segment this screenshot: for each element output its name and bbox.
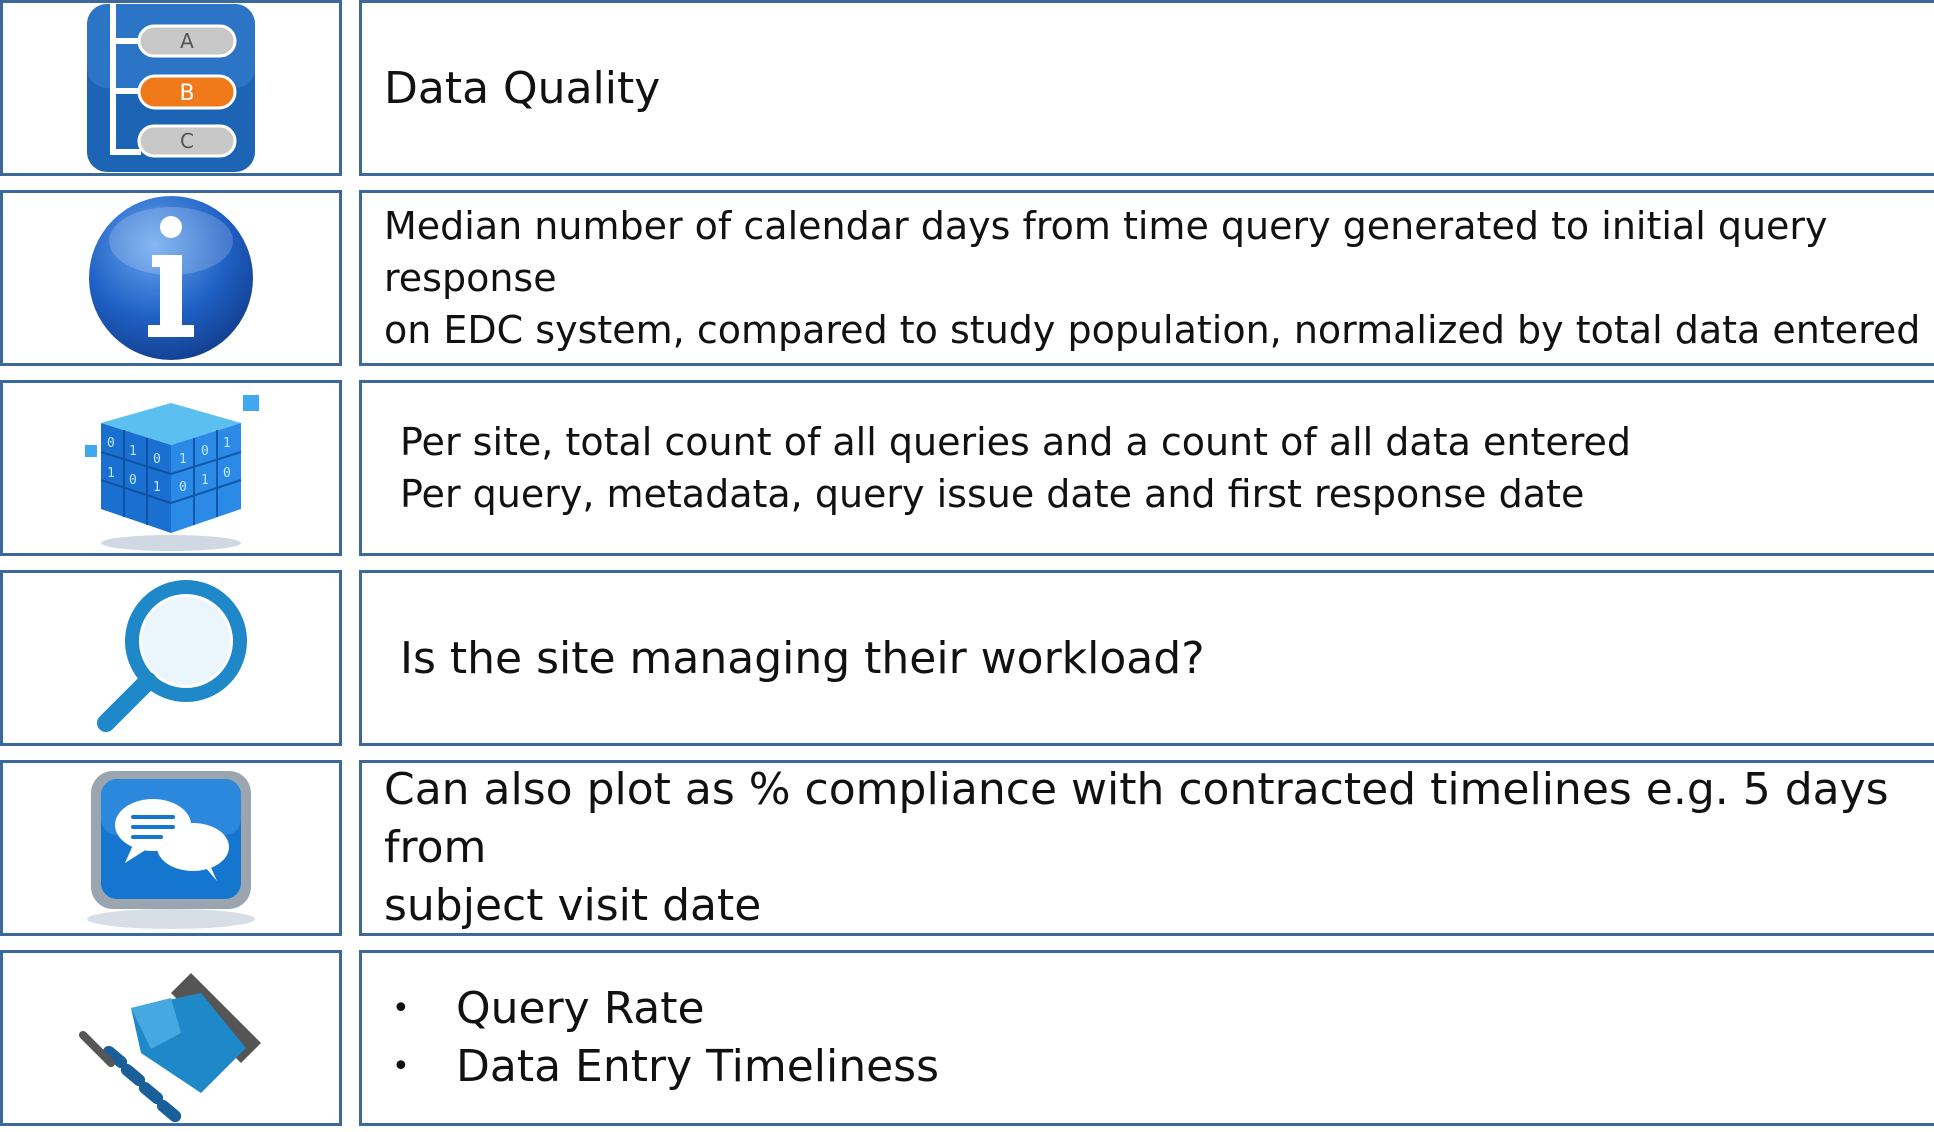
svg-text:1: 1 <box>129 444 137 459</box>
svg-text:1: 1 <box>223 436 231 451</box>
text-cell: • Query Rate • Data Entry Timeliness <box>359 950 1934 1126</box>
svg-text:1: 1 <box>107 466 115 481</box>
question-text: Is the site managing their workload? <box>400 632 1205 684</box>
handshake-icon <box>71 953 271 1123</box>
binary-data-cube-icon: 010 101 101 010 <box>71 383 271 553</box>
icon-letter-c: C <box>180 129 194 153</box>
bullet-text: Data Entry Timeliness <box>456 1041 940 1092</box>
data-requirement-line-2: Per query, metadata, query issue date an… <box>400 472 1585 516</box>
icon-cell <box>0 760 342 936</box>
description-line-2: on EDC system, compared to study populat… <box>384 308 1921 352</box>
note-line-2: subject visit date <box>384 880 762 931</box>
icon-cell <box>0 190 342 366</box>
svg-text:1: 1 <box>179 452 187 467</box>
list-item: • Data Entry Timeliness <box>392 1038 1934 1096</box>
bullet-glyph: • <box>392 991 410 1026</box>
bullet-glyph: • <box>392 1049 410 1084</box>
text-cell: Per site, total count of all queries and… <box>359 380 1934 556</box>
data-requirement-line-1: Per site, total count of all queries and… <box>400 420 1632 464</box>
magnifier-icon <box>86 573 256 743</box>
text-cell: Can also plot as % compliance with contr… <box>359 760 1934 936</box>
icon-cell <box>0 950 342 1126</box>
table-row: • Query Rate • Data Entry Timeliness <box>0 950 1934 1132</box>
table-row: Median number of calendar days from time… <box>0 190 1934 372</box>
icon-letter-a: A <box>180 29 194 53</box>
svg-text:1: 1 <box>201 473 209 488</box>
svg-text:0: 0 <box>107 436 115 451</box>
list-item: • Query Rate <box>392 980 1934 1038</box>
chat-bubbles-icon <box>81 763 261 933</box>
icon-cell <box>0 570 342 746</box>
table-row: Can also plot as % compliance with contr… <box>0 760 1934 942</box>
icon-letter-b: B <box>179 81 194 106</box>
bullet-list: • Query Rate • Data Entry Timeliness <box>384 980 1934 1096</box>
info-icon <box>86 193 256 363</box>
table-row: A B C Data Quality <box>0 0 1934 182</box>
table-row: 010 101 101 010 Per site, total count of… <box>0 380 1934 562</box>
svg-text:0: 0 <box>129 473 137 488</box>
bullet-text: Query Rate <box>456 983 705 1034</box>
svg-text:1: 1 <box>153 480 161 495</box>
svg-text:0: 0 <box>223 466 231 481</box>
abc-list-icon: A B C <box>85 2 257 174</box>
icon-cell: 010 101 101 010 <box>0 380 342 556</box>
text-cell: Median number of calendar days from time… <box>359 190 1934 366</box>
svg-text:0: 0 <box>179 480 187 495</box>
text-cell: Data Quality <box>359 0 1934 176</box>
section-title: Data Quality <box>384 62 661 114</box>
description-line-1: Median number of calendar days from time… <box>384 204 1828 300</box>
svg-text:0: 0 <box>153 452 161 467</box>
svg-text:0: 0 <box>201 444 209 459</box>
icon-cell: A B C <box>0 0 342 176</box>
table-row: Is the site managing their workload? <box>0 570 1934 752</box>
note-line-1: Can also plot as % compliance with contr… <box>384 764 1889 873</box>
text-cell: Is the site managing their workload? <box>359 570 1934 746</box>
